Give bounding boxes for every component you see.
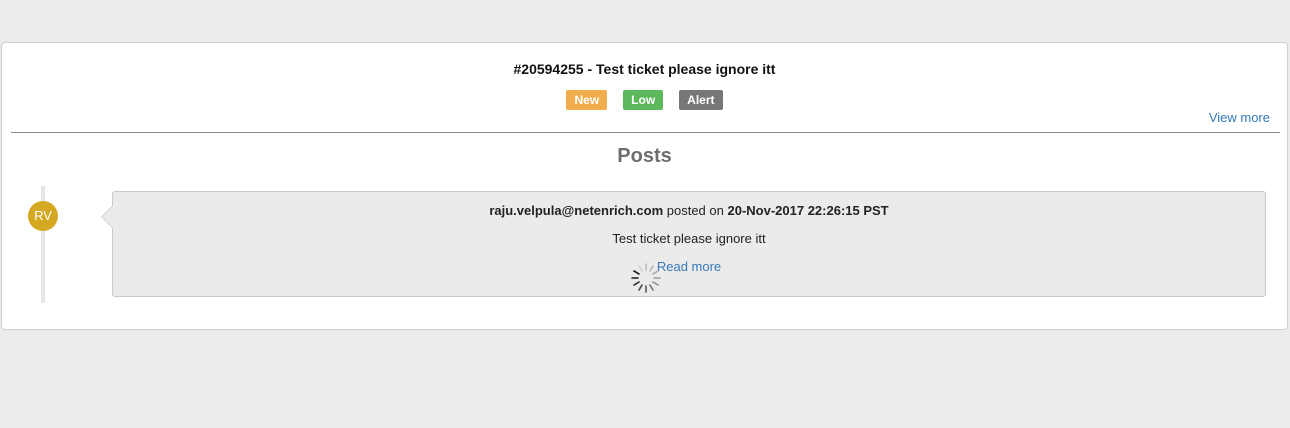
status-badge: New — [566, 90, 608, 110]
ticket-title: #20594255 - Test ticket please ignore it… — [513, 61, 776, 77]
avatar: RV — [28, 201, 58, 231]
posts-heading: Posts — [617, 145, 672, 167]
ticket-badges: New Low Alert — [2, 90, 1287, 110]
post-item: raju.velpula@netenrich.com posted on 20-… — [101, 191, 1266, 297]
post-pointer-fill — [102, 206, 113, 228]
ticket-card: #20594255 - Test ticket please ignore it… — [1, 42, 1288, 330]
page: #20594255 - Test ticket please ignore it… — [0, 0, 1290, 428]
header-divider — [11, 132, 1280, 133]
post-meta: raju.velpula@netenrich.com posted on 20-… — [113, 203, 1265, 218]
loading-spinner-icon — [631, 263, 661, 293]
post-date: 20-Nov-2017 22:26:15 PST — [727, 203, 889, 218]
view-more-link[interactable]: View more — [1209, 110, 1270, 125]
post-body: Test ticket please ignore itt — [612, 231, 766, 246]
read-more-link[interactable]: Read more — [113, 259, 1265, 274]
priority-badge: Low — [623, 90, 664, 110]
post-author: raju.velpula@netenrich.com — [489, 203, 664, 218]
posted-on-label: posted on — [666, 203, 724, 218]
type-badge: Alert — [679, 90, 723, 110]
